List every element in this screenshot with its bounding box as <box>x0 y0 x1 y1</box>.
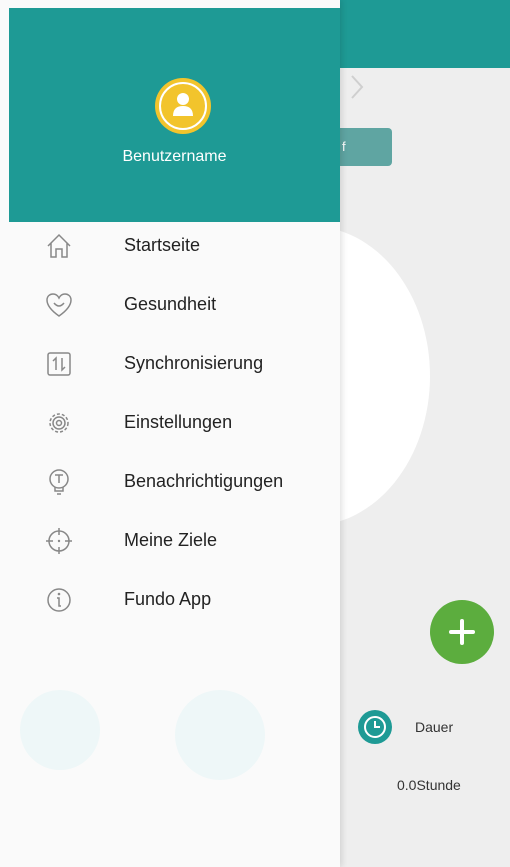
blurred-decoration <box>20 690 100 770</box>
heart-smile-icon <box>46 293 72 317</box>
drawer-menu: Startseite Gesundheit Synchronisierung E… <box>0 216 340 629</box>
gear-icon <box>49 413 69 433</box>
drawer-header: Benutzername <box>9 8 340 222</box>
menu-item-synchronisierung[interactable]: Synchronisierung <box>0 334 340 393</box>
menu-item-label: Benachrichtigungen <box>124 471 284 491</box>
menu-item-label: Einstellungen <box>124 412 233 432</box>
avatar-icon[interactable] <box>153 76 213 136</box>
home-icon <box>47 233 71 258</box>
notification-bulb-icon <box>49 469 69 495</box>
menu-item-label: Fundo App <box>124 589 212 609</box>
menu-item-label: Meine Ziele <box>124 530 218 550</box>
menu-item-label: Synchronisierung <box>124 353 264 373</box>
menu-item-label: Gesundheit <box>124 294 217 314</box>
blurred-decoration <box>175 690 265 780</box>
menu-item-gesundheit[interactable]: Gesundheit <box>0 275 340 334</box>
username: Benutzername <box>122 148 227 165</box>
menu-item-startseite[interactable]: Startseite <box>0 216 340 275</box>
menu-item-fundo-app[interactable]: Fundo App <box>0 570 340 629</box>
info-icon <box>47 588 71 612</box>
duration-label: Dauer <box>415 719 454 735</box>
menu-item-meine-ziele[interactable]: Meine Ziele <box>0 511 340 570</box>
duration-value: 0.0Stunde <box>397 777 461 793</box>
menu-item-benachrichtigungen[interactable]: Benachrichtigungen <box>0 452 340 511</box>
sync-icon <box>47 352 71 376</box>
chevron-right-icon[interactable] <box>346 72 368 102</box>
menu-item-einstellungen[interactable]: Einstellungen <box>0 393 340 452</box>
add-button[interactable] <box>430 600 494 664</box>
target-icon <box>46 528 72 554</box>
menu-item-label: Startseite <box>124 235 201 255</box>
navigation-drawer: Benutzername Startseite Gesundheit Synch… <box>0 0 340 867</box>
clock-icon <box>358 710 392 744</box>
